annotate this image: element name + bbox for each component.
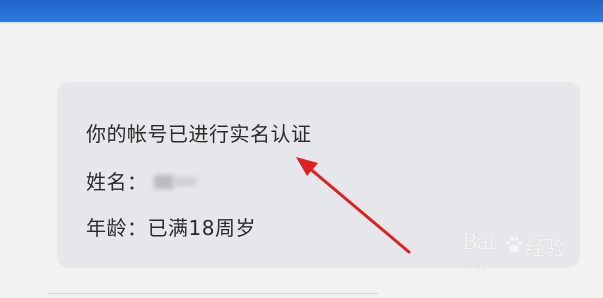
- name-row: 姓名： **: [86, 166, 198, 195]
- bottom-divider: [48, 293, 378, 294]
- age-value: 已满18周岁: [147, 216, 256, 240]
- age-label: 年龄：: [86, 216, 148, 240]
- paw-icon: [506, 237, 523, 253]
- app-header-bar: [0, 0, 603, 22]
- baidu-jingyan-watermark: Bai 经验 jingyan.baidu.com: [462, 228, 597, 276]
- age-row: 年龄：已满18周岁: [86, 212, 256, 241]
- masked-name-value: **: [153, 174, 198, 190]
- name-label: 姓名：: [86, 170, 148, 194]
- watermark-url-text: jingyan.baidu.com: [462, 258, 564, 271]
- header-shadow: [0, 22, 603, 25]
- watermark-brand-text: 经验: [525, 236, 565, 260]
- verification-status-text: 你的帐号已进行实名认证: [86, 122, 312, 146]
- blurred-name-block: [153, 174, 174, 189]
- blurred-name-tail: **: [172, 176, 197, 186]
- watermark-mark-text: Bai: [462, 230, 495, 254]
